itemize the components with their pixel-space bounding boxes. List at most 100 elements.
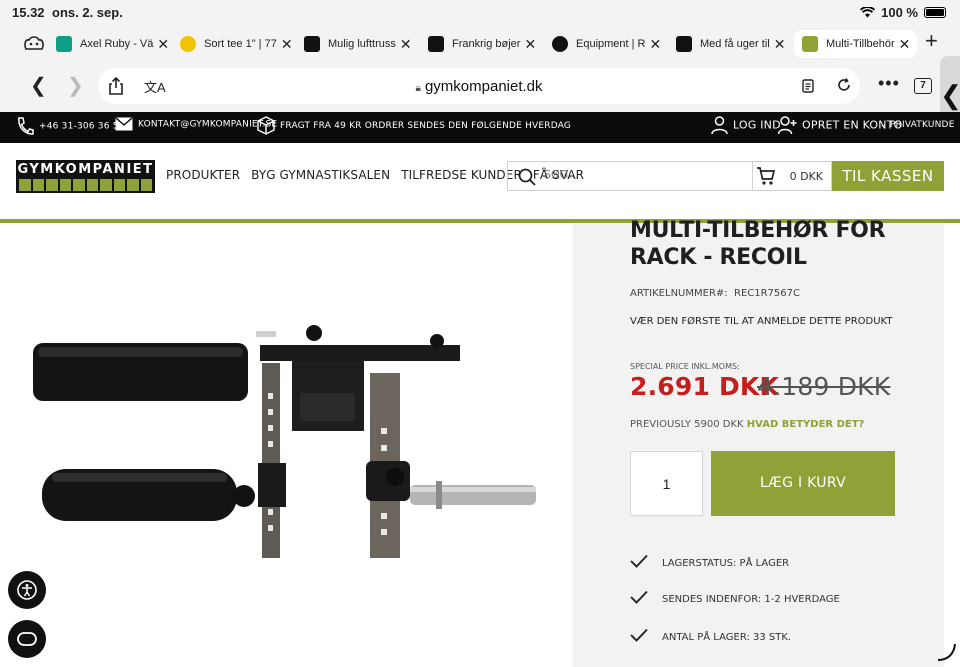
nav-item-produkter[interactable]: PRODUKTER [166, 168, 240, 182]
review-link[interactable]: VÆR DEN FØRSTE TIL AT ANMELDE DETTE PROD… [630, 316, 892, 327]
chat-icon [17, 632, 37, 646]
accessibility-icon [17, 580, 37, 600]
tab-equipment[interactable]: Equipment | R ✕ [552, 30, 662, 58]
back-icon[interactable]: ❮ [30, 76, 47, 96]
user-icon [711, 116, 728, 135]
customer-type-select[interactable]: ⌄ PRIVATKUNDE [880, 120, 955, 130]
check-icon [630, 554, 648, 568]
product-image[interactable] [0, 223, 573, 667]
add-user-icon [778, 116, 797, 135]
search-icon[interactable] [518, 168, 536, 186]
tabs-overview-button[interactable]: 7 [914, 78, 932, 94]
status-date: ons. 2. sep. [52, 5, 123, 20]
scroll-corner-icon [937, 643, 956, 661]
shipping-info: FRAGT FRA 49 KR ORDRER SENDES DEN FØLGEN… [257, 116, 571, 135]
quantity-input[interactable] [630, 451, 703, 516]
favicon-icon [56, 36, 72, 52]
accessibility-button[interactable] [8, 571, 46, 609]
tab-title: Multi-Tillbehör [826, 38, 895, 50]
stock-count-text: ANTAL PÅ LAGER: 33 STK. [662, 632, 792, 643]
wifi-icon [860, 7, 876, 18]
mail-icon [115, 117, 133, 131]
tab-group-icon[interactable] [24, 35, 44, 51]
chat-button[interactable] [8, 620, 46, 658]
tab-multi-tillbehor[interactable]: Multi-Tillbehör ✕ [794, 30, 917, 58]
cart-button[interactable]: 0 DKK [752, 161, 832, 191]
phone-link[interactable]: +46 31-306 36 51 [16, 116, 125, 136]
price-info-link[interactable]: HVAD BETYDER DET? [747, 419, 865, 430]
battery-percent: 100 % [881, 5, 918, 20]
status-indicators: 100 % [860, 5, 946, 20]
address-bar[interactable]: 文A 🔒︎ gymkompaniet.dk [98, 68, 860, 104]
tab-frankrig[interactable]: Frankrig bøjer ✕ [428, 30, 536, 58]
tab-sort-tee[interactable]: Sort tee 1" | 77 ✕ [180, 30, 293, 58]
phone-icon [18, 117, 34, 135]
old-price: 4.189 DKK [757, 372, 891, 401]
chevron-down-icon: ⌄ [880, 120, 887, 129]
reader-icon[interactable] [802, 79, 814, 93]
stock-status-text: LAGERSTATUS: PÅ LAGER [662, 558, 790, 569]
tab-title: Sort tee 1" | 77 [204, 38, 277, 50]
checkout-button[interactable]: TIL KASSEN [832, 161, 944, 191]
new-tab-icon[interactable]: + [925, 30, 938, 52]
add-to-cart-button[interactable]: LÆG I KURV [711, 451, 895, 516]
tab-title: Equipment | R [576, 38, 646, 50]
forward-icon[interactable]: ❯ [67, 76, 84, 96]
favicon-icon [304, 36, 320, 52]
sku: ARTIKELNUMMER#: REC1R7567C [630, 288, 800, 299]
package-icon [257, 116, 275, 135]
nav-item-byg-gymnastiksalen[interactable]: BYG GYMNASTIKSALEN [251, 168, 390, 182]
previous-price: PREVIOUSLY 5900 DKK HVAD BETYDER DET? [630, 419, 864, 430]
tab-axel-ruby[interactable]: Axel Ruby - Vä ✕ [56, 30, 169, 58]
tab-count: 7 [920, 80, 926, 91]
shipping-text: FRAGT FRA 49 KR ORDRER SENDES DEN FØLGEN… [280, 121, 572, 131]
close-icon[interactable]: ✕ [774, 37, 786, 51]
delivery-time-text: SENDES INDENFOR: 1-2 HVERDAGE [662, 594, 840, 605]
tab-title: Axel Ruby - Vä [80, 38, 154, 50]
close-icon[interactable]: ✕ [281, 37, 293, 51]
more-icon[interactable]: ••• [878, 74, 900, 92]
battery-icon [924, 7, 946, 18]
logo-sport-icons [17, 178, 154, 192]
search-input[interactable] [544, 168, 744, 181]
tab-strip: Axel Ruby - Vä ✕ Sort tee 1" | 77 ✕ Muli… [0, 26, 960, 62]
tab-med-faa-uger[interactable]: Med få uger til ✕ [676, 30, 786, 58]
close-icon[interactable]: ✕ [650, 37, 662, 51]
login-link[interactable]: LOG IND [711, 116, 781, 135]
url-text: 🔒︎ gymkompaniet.dk [98, 78, 860, 95]
info-bar: +46 31-306 36 51 KONTAKT@GYMKOMPANIET.SE… [0, 112, 960, 143]
close-icon[interactable]: ✕ [400, 37, 412, 51]
tab-title: Frankrig bøjer [452, 38, 521, 50]
search-box [507, 161, 753, 191]
close-icon[interactable]: ✕ [524, 37, 536, 51]
close-icon[interactable]: ✕ [899, 37, 911, 51]
favicon-icon [428, 36, 444, 52]
check-icon [630, 590, 648, 604]
email-link[interactable]: KONTAKT@GYMKOMPANIET.SE [115, 117, 277, 131]
sku-value: REC1R7567C [734, 288, 800, 299]
reload-icon[interactable] [837, 78, 851, 92]
phone-text: +46 31-306 36 51 [39, 121, 125, 132]
login-text: LOG IND [733, 118, 781, 132]
url-value: gymkompaniet.dk [424, 78, 543, 95]
tab-mulig-lufttruss[interactable]: Mulig lufttruss ✕ [304, 30, 412, 58]
nav-item-tilfredse-kunder[interactable]: TILFREDSE KUNDER [401, 168, 522, 182]
product-gallery [0, 223, 573, 667]
favicon-icon [676, 36, 692, 52]
status-time: 15.32 [12, 5, 45, 20]
customer-type-text: PRIVATKUNDE [889, 120, 955, 130]
close-icon[interactable]: ✕ [157, 37, 169, 51]
logo-text: GYMKOMPANIET [17, 162, 154, 177]
cart-icon [757, 167, 776, 185]
previous-price-text: PREVIOUSLY 5900 DKK [630, 419, 744, 430]
browser-toolbar: ❮ ❯ 文A 🔒︎ gymkompaniet.dk ••• 7 [0, 62, 960, 112]
tab-title: Mulig lufttruss [328, 38, 396, 50]
product-title: MULTI-TILBEHØR FOR RACK - RECOIL [630, 218, 886, 270]
favicon-icon [552, 36, 568, 52]
price-label: SPECIAL PRICE INKL.MOMS: [630, 362, 740, 371]
cart-amount: 0 DKK [789, 170, 823, 183]
logo[interactable]: GYMKOMPANIET [16, 160, 155, 193]
product-info-panel: MULTI-TILBEHØR FOR RACK - RECOIL ARTIKEL… [573, 218, 944, 667]
check-icon [630, 628, 648, 642]
tab-title: Med få uger til [700, 38, 770, 50]
